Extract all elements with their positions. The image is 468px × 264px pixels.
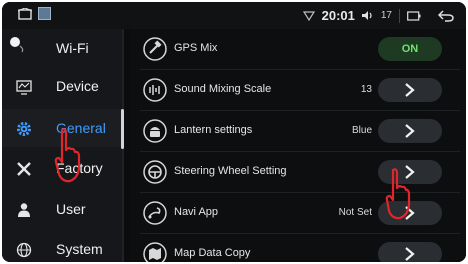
volume-level: 17	[380, 10, 392, 21]
sound-mixing-scale-button[interactable]	[378, 78, 442, 102]
chevron-right-icon	[405, 83, 415, 97]
equalizer-icon	[143, 78, 167, 102]
user-icon	[18, 203, 30, 217]
gear-icon	[17, 122, 31, 136]
setting-row-navi-app[interactable]: Navi App Not Set	[130, 193, 466, 234]
tools-icon	[17, 162, 31, 176]
setting-label: GPS Mix	[174, 42, 218, 54]
home-icon[interactable]	[18, 8, 32, 20]
setting-value: 13	[360, 84, 372, 95]
gps-mix-toggle[interactable]: ON	[378, 37, 442, 61]
chevron-right-icon	[405, 247, 415, 261]
wifi-signal-icon	[302, 10, 315, 21]
pointing-hand-icon	[385, 168, 411, 220]
setting-row-sound-mixing-scale[interactable]: Sound Mixing Scale 13	[130, 70, 466, 111]
satellite-icon	[143, 37, 167, 61]
map-icon	[143, 242, 167, 262]
setting-label: Navi App	[174, 206, 219, 218]
active-indicator	[121, 109, 124, 149]
gallery-icon	[38, 7, 51, 20]
setting-row-map-data-copy[interactable]: Map Data Copy	[130, 234, 466, 262]
status-bar: 20:01 17	[2, 2, 466, 29]
sidebar-item-label: Device	[56, 78, 99, 94]
monitor-icon	[16, 80, 32, 95]
sidebar-item-label: User	[56, 201, 86, 217]
setting-label: Steering Wheel Setting	[174, 165, 287, 177]
navigation-icon	[143, 201, 167, 225]
sidebar-item-user[interactable]: User	[2, 190, 124, 228]
setting-label: Sound Mixing Scale	[174, 83, 272, 95]
sidebar-item-label: Wi-Fi	[56, 40, 89, 56]
setting-label: Map Data Copy	[174, 247, 251, 259]
lantern-settings-button[interactable]	[378, 119, 442, 143]
setting-label: Lantern settings	[174, 124, 253, 136]
chevron-right-icon	[405, 124, 415, 138]
general-settings-list: GPS Mix ON Sound Mixing Scale 13 Lantern…	[130, 29, 466, 262]
volume-icon	[361, 11, 372, 20]
android-icon	[143, 119, 167, 143]
back-icon[interactable]	[438, 9, 454, 22]
globe-icon	[16, 242, 32, 258]
setting-row-steering-wheel[interactable]: Steering Wheel Setting	[130, 152, 466, 193]
sidebar-item-label: System	[56, 241, 103, 257]
map-data-copy-button[interactable]	[378, 242, 442, 262]
sidebar-item-device[interactable]: Device	[2, 67, 124, 105]
battery-icon	[407, 10, 421, 21]
setting-value: Blue	[351, 125, 372, 136]
pointing-hand-icon	[54, 128, 81, 183]
setting-row-gps-mix[interactable]: GPS Mix ON	[130, 29, 466, 70]
wifi-icon	[10, 37, 24, 53]
head-unit-screen: 20:01 17 Wi-Fi Device General Factory Us…	[2, 2, 466, 262]
setting-row-lantern-settings[interactable]: Lantern settings Blue	[130, 111, 466, 152]
sidebar-item-system[interactable]: System	[2, 230, 124, 262]
sidebar-item-wifi[interactable]: Wi-Fi	[2, 29, 124, 67]
divider	[399, 8, 400, 23]
setting-value: Not Set	[338, 207, 372, 218]
steering-wheel-icon	[143, 160, 167, 184]
clock: 20:01	[321, 8, 355, 23]
